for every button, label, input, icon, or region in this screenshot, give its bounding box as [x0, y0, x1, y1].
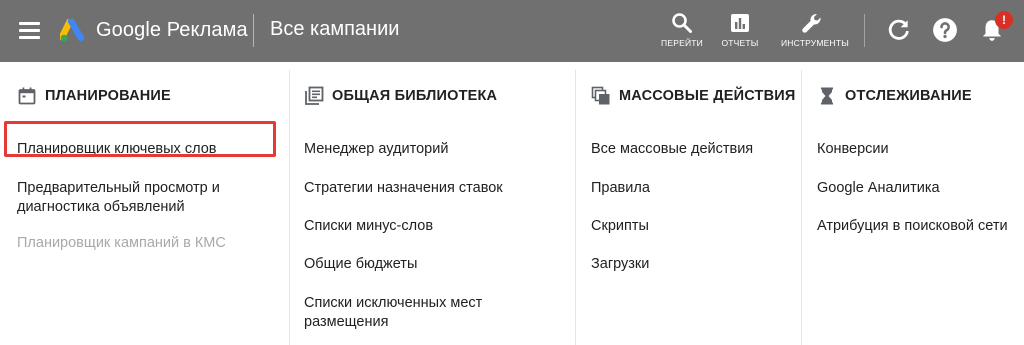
ad-preview-diagnosis-link[interactable]: Предварительный просмотр и диагностика о…: [17, 179, 220, 217]
google-analytics-link[interactable]: Google Аналитика: [817, 179, 940, 198]
brand-name[interactable]: Google Реклама: [96, 19, 248, 42]
bulk-actions-column: МАССОВЫЕ ДЕЙСТВИЯ Все массовые действия …: [591, 70, 799, 345]
help-icon[interactable]: [932, 17, 958, 43]
shared-library-heading-label: ОБЩАЯ БИБЛИОТЕКА: [332, 88, 498, 104]
library-icon: [305, 86, 324, 105]
reports-icon: [731, 14, 749, 32]
display-planner-link: Планировщик кампаний в КМС: [17, 235, 226, 251]
calendar-icon: [18, 87, 36, 105]
top-app-bar: Google Реклама Все кампании ПЕРЕЙТИ ОТЧЕ…: [0, 0, 1024, 62]
page-title: Все кампании: [270, 18, 400, 40]
shared-library-column: ОБЩАЯ БИБЛИОТЕКА Менеджер аудиторий Стра…: [304, 70, 572, 345]
bid-strategies-link[interactable]: Стратегии назначения ставок: [304, 179, 503, 198]
uploads-link[interactable]: Загрузки: [591, 255, 649, 274]
reports-button[interactable]: ОТЧЕТЫ: [709, 11, 771, 48]
notification-badge: !: [995, 11, 1013, 29]
refresh-icon[interactable]: [886, 17, 912, 43]
search-attribution-link[interactable]: Атрибуция в поисковой сети: [817, 217, 1008, 236]
tools-label: ИНСТРУМЕНТЫ: [781, 38, 849, 48]
wrench-icon: [802, 13, 821, 33]
hourglass-icon: [821, 87, 833, 105]
placement-exclusion-line1: Списки исключенных мест: [304, 295, 483, 311]
tools-menu-panel: ПЛАНИРОВАНИЕ Планировщик ключевых слов П…: [0, 62, 1024, 345]
ad-preview-diagnosis-line1: Предварительный просмотр и: [17, 180, 220, 196]
bulk-actions-heading-label: МАССОВЫЕ ДЕЙСТВИЯ: [619, 88, 796, 104]
measurement-heading-label: ОТСЛЕЖИВАНИЕ: [845, 88, 972, 104]
negative-keyword-lists-link[interactable]: Списки минус-слов: [304, 217, 433, 236]
scripts-link[interactable]: Скрипты: [591, 217, 649, 236]
divider: [864, 14, 865, 47]
go-to-button[interactable]: ПЕРЕЙТИ: [651, 11, 713, 48]
go-to-label: ПЕРЕЙТИ: [661, 38, 703, 48]
all-bulk-actions-link[interactable]: Все массовые действия: [591, 140, 753, 159]
divider: [253, 14, 254, 47]
search-icon: [672, 13, 692, 33]
tools-button[interactable]: ИНСТРУМЕНТЫ: [781, 11, 849, 48]
planning-heading-label: ПЛАНИРОВАНИЕ: [45, 88, 171, 104]
bulk-actions-icon: [591, 86, 610, 105]
placement-exclusion-line2: размещения: [304, 314, 389, 330]
shared-budgets-link[interactable]: Общие бюджеты: [304, 255, 417, 274]
keyword-planner-highlight-box: [4, 121, 276, 157]
google-ads-logo-icon: [60, 19, 85, 42]
placement-exclusion-lists-link[interactable]: Списки исключенных мест размещения: [304, 294, 482, 332]
rules-link[interactable]: Правила: [591, 179, 650, 198]
conversions-link[interactable]: Конверсии: [817, 140, 889, 159]
menu-icon[interactable]: [19, 22, 40, 39]
column-divider: [575, 70, 576, 345]
planning-column: ПЛАНИРОВАНИЕ Планировщик ключевых слов П…: [17, 70, 285, 345]
measurement-column: ОТСЛЕЖИВАНИЕ Конверсии Google Аналитика …: [817, 70, 1022, 345]
column-divider: [289, 70, 290, 345]
ad-preview-diagnosis-line2: диагностика объявлений: [17, 199, 185, 215]
audience-manager-link[interactable]: Менеджер аудиторий: [304, 140, 448, 159]
column-divider: [801, 70, 802, 345]
reports-label: ОТЧЕТЫ: [721, 38, 759, 48]
